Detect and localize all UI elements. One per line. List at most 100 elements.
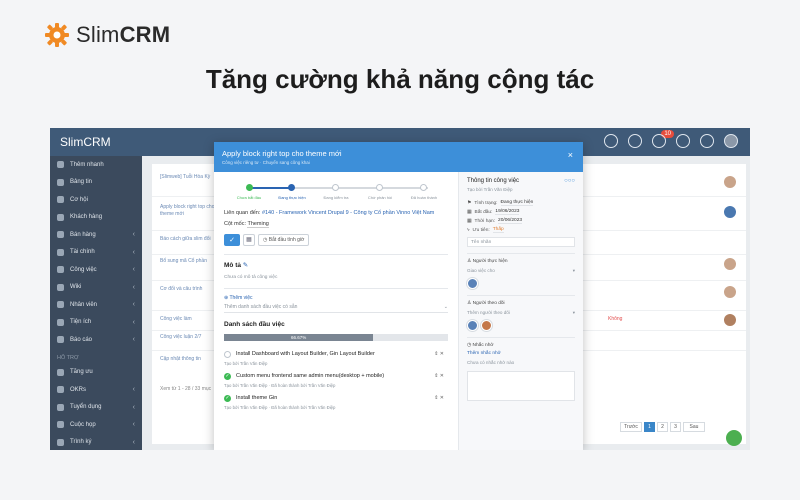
- plus-icon: [57, 161, 64, 169]
- target-icon: [57, 386, 64, 394]
- cart-icon: [57, 231, 64, 239]
- due-date-row: ▦ Thời hạn: 20/06/2023: [467, 218, 523, 224]
- step-dot[interactable]: [420, 184, 427, 191]
- pager-page[interactable]: 2: [657, 422, 668, 432]
- phone-icon: [57, 196, 64, 204]
- sidebar-item-customers[interactable]: Khách hàng: [50, 209, 142, 227]
- follower-label: ♙ Người theo dõi: [467, 301, 505, 306]
- item-actions[interactable]: ⇕ ✕: [434, 351, 444, 357]
- list-item[interactable]: [Slimweb] Tuỗi Hòa Kỳ: [160, 174, 220, 181]
- checklist-template-select[interactable]: Thêm danh sách đầu việc có sẵn ⌄: [224, 304, 448, 313]
- check-icon[interactable]: ✓: [224, 372, 231, 380]
- milestone-value[interactable]: Theming: [247, 220, 269, 228]
- user-avatar[interactable]: [724, 134, 738, 148]
- chart-icon: [57, 336, 64, 344]
- avatar[interactable]: [481, 320, 492, 331]
- sidebar-item-sales[interactable]: Bán hàng ‹: [50, 226, 142, 244]
- start-timer-button[interactable]: ◷ Bắt đầu tính giờ: [258, 233, 310, 246]
- pager-prev[interactable]: Trước: [620, 422, 642, 432]
- sidebar-item-meetings[interactable]: Cuộc họp ‹: [50, 416, 142, 434]
- avatar: [724, 286, 736, 298]
- sidebar-item-sign[interactable]: Trình ký ‹: [50, 434, 142, 451]
- item-actions[interactable]: ⇕ ✕: [434, 373, 444, 379]
- list-item[interactable]: Cơ đổi và câu trình: [160, 286, 220, 293]
- sidebar-item-staff[interactable]: Nhân viên ‹: [50, 296, 142, 314]
- step-connector: [250, 187, 292, 189]
- comment-box[interactable]: [467, 371, 575, 401]
- assignee-select[interactable]: Giao việc cho ▾: [467, 268, 575, 274]
- step-dot[interactable]: [246, 184, 253, 191]
- sidebar-item-dashboard[interactable]: Bảng tin: [50, 174, 142, 192]
- chat-fab-button[interactable]: [726, 430, 742, 446]
- mail-icon[interactable]: [628, 134, 642, 148]
- more-icon[interactable]: ○○○: [564, 178, 575, 184]
- avatar: [724, 206, 736, 218]
- modal-header: Apply block right top cho theme mới Công…: [214, 142, 583, 172]
- avatar[interactable]: [467, 278, 478, 289]
- add-checklist-link[interactable]: ⊕ Thêm việc: [224, 295, 448, 301]
- priority-row: ϟ Ưu tiên: Thấp: [467, 227, 504, 233]
- list-item[interactable]: Cập nhật thông tin: [160, 356, 220, 363]
- tags-input[interactable]: Tên nhãn: [467, 237, 575, 247]
- edit-icon[interactable]: ✎: [243, 262, 248, 269]
- avatar[interactable]: [467, 320, 478, 331]
- list-item[interactable]: Báo cách giữa slim đổi: [160, 236, 220, 243]
- status-stepper: Chưa bắt đầu Đang thực hiện Đang kiểm tr…: [224, 178, 448, 206]
- pager-page[interactable]: 3: [670, 422, 681, 432]
- close-icon[interactable]: ×: [568, 150, 573, 160]
- help-icon[interactable]: [700, 134, 714, 148]
- pager-page[interactable]: 1: [644, 422, 655, 432]
- sidebar-item-wiki[interactable]: Wiki ‹: [50, 279, 142, 297]
- bag-icon: [57, 368, 64, 376]
- description-title: Mô tả ✎: [224, 261, 249, 269]
- step-dot[interactable]: [332, 184, 339, 191]
- checklist-item: ✓ Install theme Gin ⇕ ✕ Tạo bởi Trần Văn…: [224, 394, 444, 410]
- clock-icon[interactable]: [676, 134, 690, 148]
- divider: [467, 253, 575, 254]
- list-item[interactable]: Apply block right top cho theme mới: [160, 204, 220, 218]
- chevron-left-icon: ‹: [132, 438, 135, 446]
- related-link[interactable]: #140 - Framework Vincent Drupal 9 - Công…: [262, 210, 434, 216]
- list-item[interactable]: Bổ sung mã Cổ phần: [160, 258, 220, 265]
- modal-subtitle[interactable]: Công việc riêng tư · Chuyển sang công kh…: [222, 160, 310, 165]
- sidebar-item-tasks[interactable]: Công việc ‹: [50, 261, 142, 279]
- grid-icon[interactable]: ▦: [243, 233, 255, 246]
- calendar-icon: ▦: [467, 218, 472, 224]
- related-to: Liên quan đến: #140 - Framework Vincent …: [224, 210, 435, 216]
- step-dot[interactable]: [288, 184, 295, 191]
- step-dot[interactable]: [376, 184, 383, 191]
- sidebar-item-recruitment[interactable]: Tuyển dụng ‹: [50, 399, 142, 417]
- list-item[interactable]: Công việc làm: [160, 316, 220, 323]
- add-reminder-link[interactable]: Thêm nhắc nhở: [467, 351, 575, 356]
- sidebar-section-label: HỖ TRỢ: [57, 354, 79, 361]
- user-icon: ♙: [467, 259, 472, 264]
- sidebar-item-okrs[interactable]: OKRs ‹: [50, 381, 142, 399]
- alarm-icon: ◷: [467, 343, 472, 348]
- assignee-label: ♙ Người thực hiện: [467, 259, 508, 264]
- hire-icon: [57, 403, 64, 411]
- check-icon[interactable]: ✓: [224, 394, 231, 402]
- status-label: Không: [608, 316, 623, 322]
- mark-complete-button[interactable]: ✓: [224, 233, 240, 246]
- sidebar-item-finance[interactable]: Tài chính ‹: [50, 244, 142, 262]
- checkbox[interactable]: [224, 350, 231, 358]
- app-logo[interactable]: SlimCRM: [60, 135, 111, 149]
- sidebar-item-utilities[interactable]: Tiện ích ‹: [50, 314, 142, 332]
- home-icon: [57, 178, 64, 186]
- user-icon: ♙: [467, 301, 472, 306]
- task-actions: ✓ ▦ ◷ Bắt đầu tính giờ: [224, 233, 448, 246]
- sidebar-item-opportunities[interactable]: Cơ hội: [50, 191, 142, 209]
- pager-next[interactable]: Sau: [683, 422, 705, 432]
- bell-icon[interactable]: [652, 134, 666, 148]
- staff-icon: [57, 301, 64, 309]
- search-icon[interactable]: [604, 134, 618, 148]
- sign-icon: [57, 438, 64, 446]
- sidebar-item-support-1[interactable]: Tăng ưu: [50, 364, 142, 382]
- sidebar-item-reports[interactable]: Báo cáo ‹: [50, 331, 142, 349]
- sidebar-item-quick-add[interactable]: Thêm nhanh: [50, 156, 142, 174]
- divider: [467, 337, 575, 338]
- list-item[interactable]: Công việc luận 2/7: [160, 334, 220, 341]
- item-actions[interactable]: ⇕ ✕: [434, 395, 444, 401]
- pagination: Trước 1 2 3 Sau: [620, 422, 705, 432]
- brand-name: SlimCRM: [76, 22, 171, 47]
